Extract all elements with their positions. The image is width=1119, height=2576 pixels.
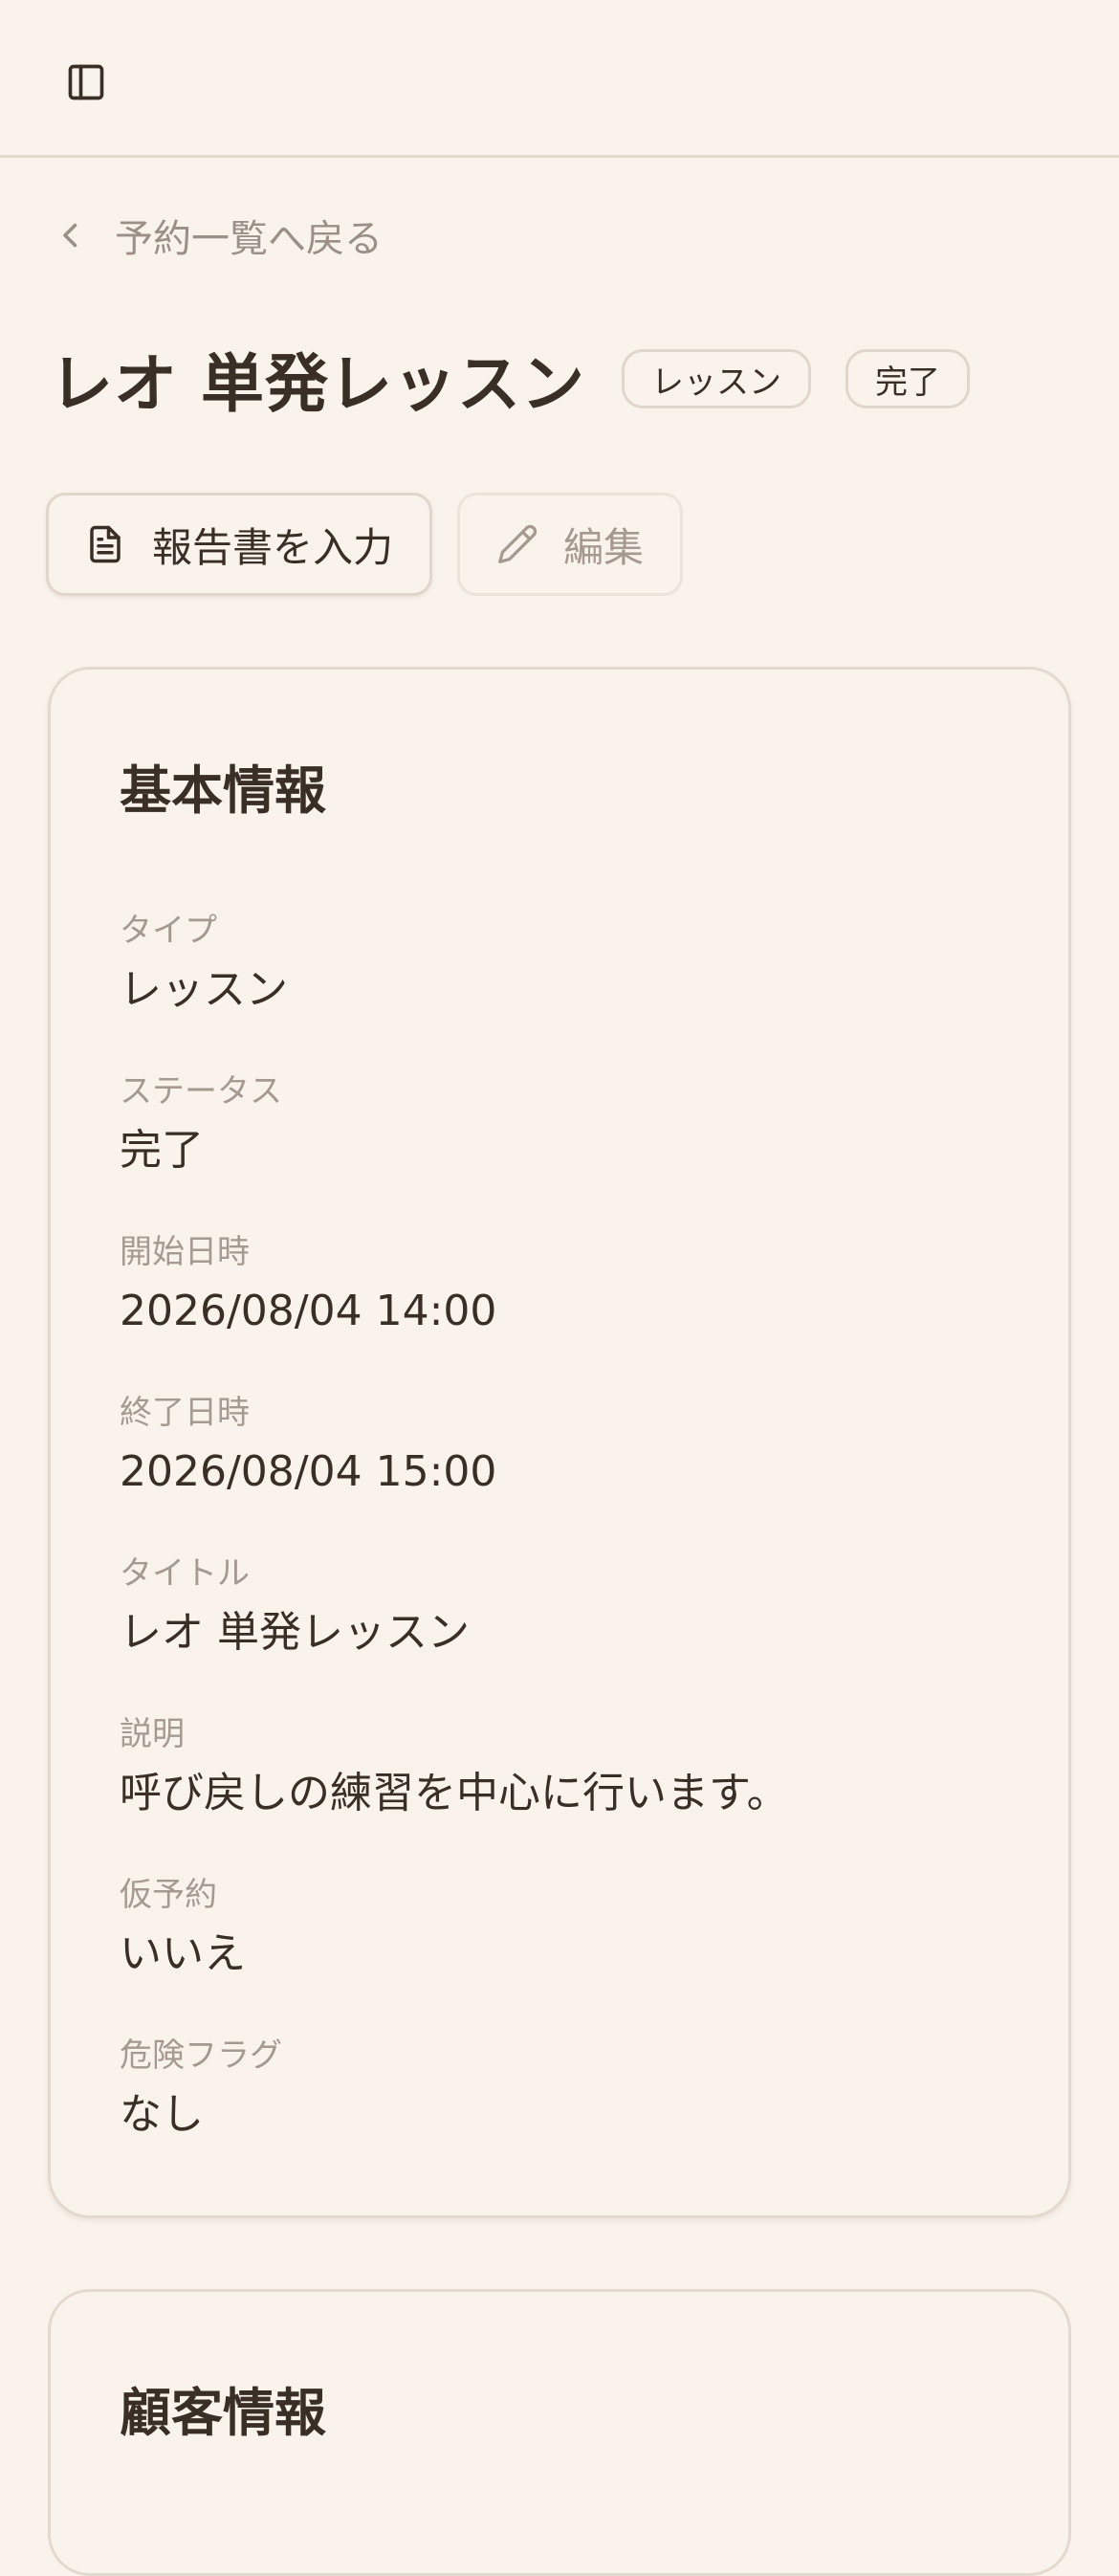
status-badge: 完了 [845,349,970,408]
field-start-datetime: 開始日時 2026/08/04 14:00 [120,1228,999,1389]
title-row: レオ 単発レッスン レッスン 完了 [50,341,970,421]
field-value: 呼び戻しの練習を中心に行います。 [120,1769,789,1817]
field-label: 危険フラグ [120,2037,282,2075]
field-tentative: 仮予約 いいえ [120,1871,999,2032]
field-end-datetime: 終了日時 2026/08/04 15:00 [120,1389,999,1550]
field-label: タイトル [120,1554,250,1593]
field-label: 仮予約 [120,1876,217,1914]
basic-info-card: 基本情報 タイプ レッスン ステータス 完了 開始日時 2026/08/04 1… [48,667,1071,2218]
basic-info-fields: タイプ レッスン ステータス 完了 開始日時 2026/08/04 14:00 … [120,907,999,2192]
field-value: 2026/08/04 14:00 [120,1287,497,1335]
page-title: レオ 単発レッスン [50,347,585,421]
action-buttons: 報告書を入力 編集 [46,493,684,596]
enter-report-button[interactable]: 報告書を入力 [46,493,433,596]
sidebar-panel-icon [68,64,104,100]
sidebar-toggle-button[interactable] [57,54,115,111]
customer-info-title: 顧客情報 [120,2383,326,2443]
basic-info-title: 基本情報 [120,760,326,821]
field-label: 説明 [120,1715,185,1753]
document-icon [85,523,127,565]
pencil-icon [496,523,538,565]
field-label: タイプ [120,912,217,950]
field-value: 2026/08/04 15:00 [120,1447,497,1496]
field-description: 説明 呼び戻しの練習を中心に行います。 [120,1710,999,1871]
edit-button[interactable]: 編集 [457,493,684,596]
enter-report-label: 報告書を入力 [152,523,394,571]
back-link-label: 予約一覧へ戻る [115,217,383,261]
field-danger-flag: 危険フラグ なし [120,2032,999,2192]
field-value: レオ 単発レッスン [120,1608,470,1657]
field-value: いいえ [120,1929,246,1978]
top-bar [0,0,1119,158]
type-badge: レッスン [621,349,811,408]
field-value: なし [120,2090,204,2139]
field-status: ステータス 完了 [120,1068,999,1228]
customer-info-card: 顧客情報 [48,2289,1071,2576]
field-label: 開始日時 [120,1233,250,1271]
field-label: ステータス [120,1072,282,1111]
field-value: レッスン [120,965,288,1014]
field-label: 終了日時 [120,1394,250,1432]
edit-label: 編集 [563,523,645,571]
field-title: タイトル レオ 単発レッスン [120,1550,999,1710]
chevron-left-icon [54,214,96,256]
back-to-reservations-link[interactable]: 予約一覧へ戻る [54,209,383,262]
field-type: タイプ レッスン [120,907,999,1068]
field-value: 完了 [120,1126,204,1175]
